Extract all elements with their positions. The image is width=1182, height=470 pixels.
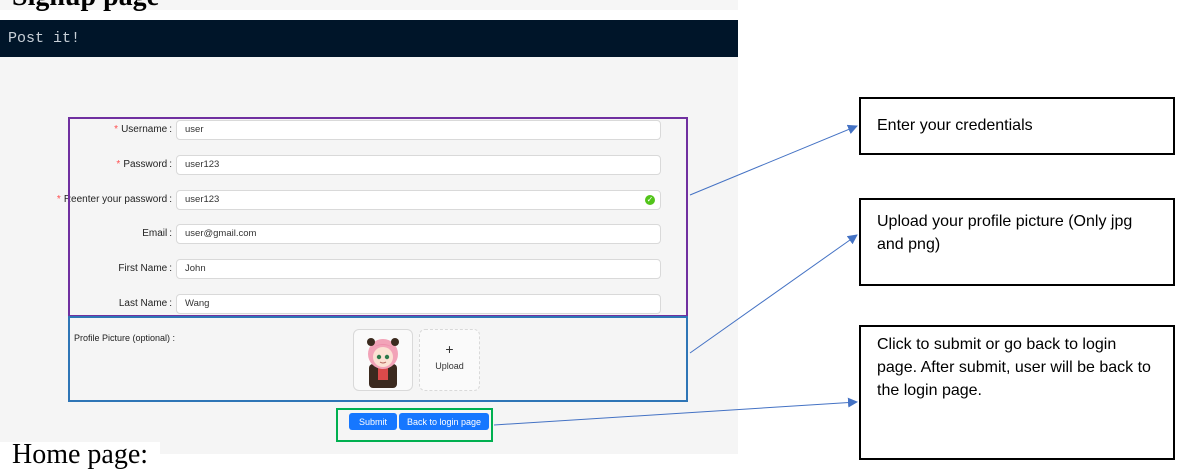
credentials-arrow	[689, 124, 858, 196]
upload-arrow	[689, 234, 858, 354]
callout-arrows	[493, 124, 858, 426]
submit-arrow	[493, 397, 858, 426]
